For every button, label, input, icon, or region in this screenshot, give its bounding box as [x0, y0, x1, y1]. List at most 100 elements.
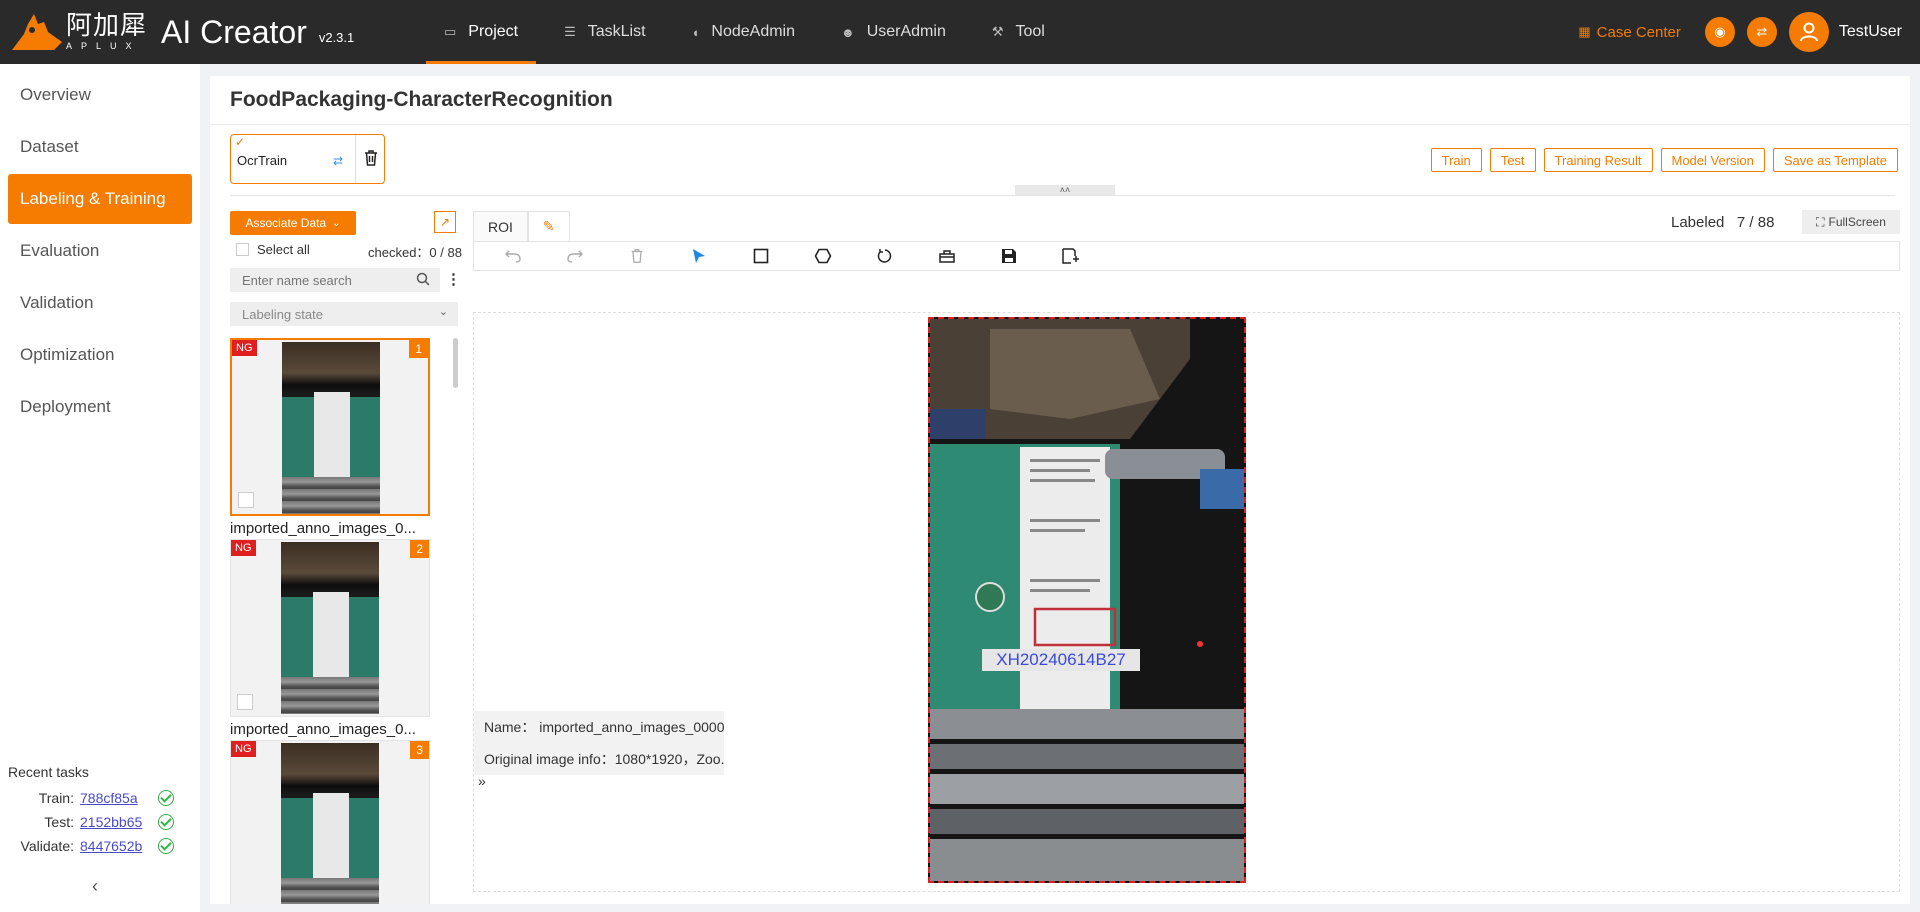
app-title: AI Creator [161, 13, 307, 50]
more-icon[interactable]: ⋮ [446, 270, 461, 288]
recent-task-link[interactable]: 8447652b [80, 838, 152, 854]
associate-data-button[interactable]: Associate Data ⌄ [230, 211, 356, 235]
thumbnail[interactable]: NG 2 [230, 539, 430, 717]
tab-roi[interactable]: ROI [473, 211, 528, 241]
index-badge: 1 [409, 340, 428, 358]
recent-task-label: Train: [38, 790, 74, 806]
translate-icon[interactable]: ⇄ [333, 154, 343, 168]
sidebar-item-optimization[interactable]: Optimization [8, 330, 192, 380]
model-version-button[interactable]: Model Version [1660, 148, 1765, 172]
sidebar-item-validation[interactable]: Validation [8, 278, 192, 328]
search-input[interactable] [230, 268, 440, 292]
annotation-canvas[interactable]: XH20240614B27 Name： imported_anno_images… [473, 312, 1900, 892]
image-name-row: Name： imported_anno_images_00008... « [474, 711, 724, 743]
select-all-checkbox[interactable] [236, 243, 249, 256]
expand-icon[interactable]: ↗ [434, 211, 456, 233]
select-all-label: Select all [257, 242, 310, 257]
recent-task-label: Validate: [20, 838, 74, 854]
check-icon: ✓ [235, 135, 246, 149]
annotation-image[interactable]: XH20240614B27 [928, 317, 1246, 883]
thumbnail[interactable]: NG 3 [230, 740, 430, 904]
avatar[interactable] [1788, 12, 1829, 52]
header-right: ▦ Case Center ◉ ⇄ TestUser [1578, 12, 1902, 52]
editor-tabs: ROI ✎ [473, 211, 570, 241]
collapse-up-chevron-icon[interactable]: ˄˄ [1015, 185, 1115, 195]
case-center-link[interactable]: ▦ Case Center [1578, 24, 1681, 41]
translate-icon: ⇄ [1756, 24, 1768, 39]
logo-en-text: APLUX [66, 41, 141, 51]
labeling-state-placeholder: Labeling state [242, 306, 323, 322]
scrollbar[interactable] [453, 338, 458, 388]
index-badge: 2 [410, 540, 429, 558]
rectangle-icon[interactable] [730, 242, 792, 270]
thumbnail[interactable]: NG 1 [230, 338, 430, 516]
nav-label: Project [468, 23, 519, 40]
task-name: OcrTrain [237, 153, 288, 168]
divider [230, 195, 1895, 196]
grid-icon: ▦ [1578, 24, 1591, 39]
polygon-icon[interactable] [792, 242, 854, 270]
labeled-count: Labeled 7 / 88 [1671, 214, 1774, 231]
language-button[interactable]: ⇄ [1746, 17, 1777, 47]
rotate-icon[interactable] [854, 242, 916, 270]
action-buttons: Train Test Training Result Model Version… [1423, 148, 1898, 172]
tab-edit[interactable]: ✎ [527, 211, 570, 241]
nav-project[interactable]: ▭ Project [426, 0, 537, 64]
save-icon[interactable] [978, 242, 1040, 270]
wrench-icon: ⚒ [991, 24, 1004, 39]
test-button[interactable]: Test [1489, 148, 1536, 172]
annotation-toolbar [473, 241, 1900, 271]
recent-task-link[interactable]: 788cf85a [80, 790, 152, 806]
fullscreen-label: FullScreen [1828, 215, 1886, 229]
nav-useradmin[interactable]: ☻ UserAdmin [823, 0, 964, 64]
expand-double-right-icon[interactable]: » [478, 773, 486, 789]
nav-tasklist[interactable]: ☰ TaskList [546, 0, 663, 64]
save-as-template-button[interactable]: Save as Template [1772, 148, 1898, 172]
image-info-panel: Name： imported_anno_images_00008... « Or… [474, 711, 724, 775]
thumbnail-name: imported_anno_images_0... [230, 520, 416, 537]
nav-label: Tool [1015, 23, 1045, 40]
fullscreen-button[interactable]: ⛶ FullScreen [1802, 210, 1900, 234]
toolbox-icon[interactable] [916, 242, 978, 270]
logo-cn-text: 阿加犀 [66, 11, 148, 41]
search-icon[interactable] [416, 272, 430, 286]
recent-task-row: Test: 2152bb65 [8, 810, 198, 834]
page-title: FoodPackaging-CharacterRecognition [230, 88, 613, 111]
undo-icon[interactable] [482, 242, 544, 270]
list-icon: ☰ [564, 24, 576, 39]
username[interactable]: TestUser [1839, 23, 1902, 41]
ng-badge: NG [231, 741, 256, 757]
sidebar-item-overview[interactable]: Overview [8, 70, 192, 120]
delete-icon[interactable] [606, 242, 668, 270]
nav-tool[interactable]: ⚒ Tool [974, 0, 1063, 64]
thumbnail-checkbox[interactable] [238, 492, 254, 508]
select-pointer-icon[interactable] [668, 242, 730, 270]
theme-button[interactable]: ◉ [1704, 17, 1735, 47]
ocr-label-text[interactable]: XH20240614B27 [982, 649, 1140, 671]
thumbnail-checkbox[interactable] [237, 694, 253, 710]
sidebar-item-evaluation[interactable]: Evaluation [8, 226, 192, 276]
ng-badge: NG [231, 540, 256, 556]
recent-task-link[interactable]: 2152bb65 [80, 814, 152, 830]
labeling-state-select[interactable]: Labeling state ⌄ [230, 302, 458, 326]
nav-label: TaskList [587, 23, 646, 40]
save-as-icon[interactable] [1040, 242, 1102, 270]
divider [210, 124, 1910, 125]
recent-tasks: Recent tasks Train: 788cf85a Test: 2152b… [8, 764, 198, 858]
trash-icon[interactable] [363, 149, 379, 167]
sidebar-item-dataset[interactable]: Dataset [8, 122, 192, 172]
checked-count: checked：0 / 88 [368, 245, 462, 260]
redo-icon[interactable] [544, 242, 606, 270]
sidebar: Overview Dataset Labeling & Training Eva… [0, 64, 200, 912]
training-result-button[interactable]: Training Result [1543, 148, 1653, 172]
recent-task-label: Test: [44, 814, 74, 830]
nav-nodeadmin[interactable]: ◖ NodeAdmin [674, 0, 813, 64]
train-button[interactable]: Train [1430, 148, 1482, 172]
logo[interactable]: 阿加犀 APLUX AI Creator v2.3.1 [10, 12, 410, 52]
select-all[interactable]: Select all [236, 242, 310, 257]
task-card[interactable]: ✓ OcrTrain ⇄ [230, 134, 385, 184]
sidebar-item-deployment[interactable]: Deployment [8, 382, 192, 432]
thumbnail-image [281, 542, 379, 714]
sidebar-item-labeling-training[interactable]: Labeling & Training [8, 174, 192, 224]
collapse-sidebar-chevron-left-icon[interactable]: ‹ [92, 876, 98, 897]
